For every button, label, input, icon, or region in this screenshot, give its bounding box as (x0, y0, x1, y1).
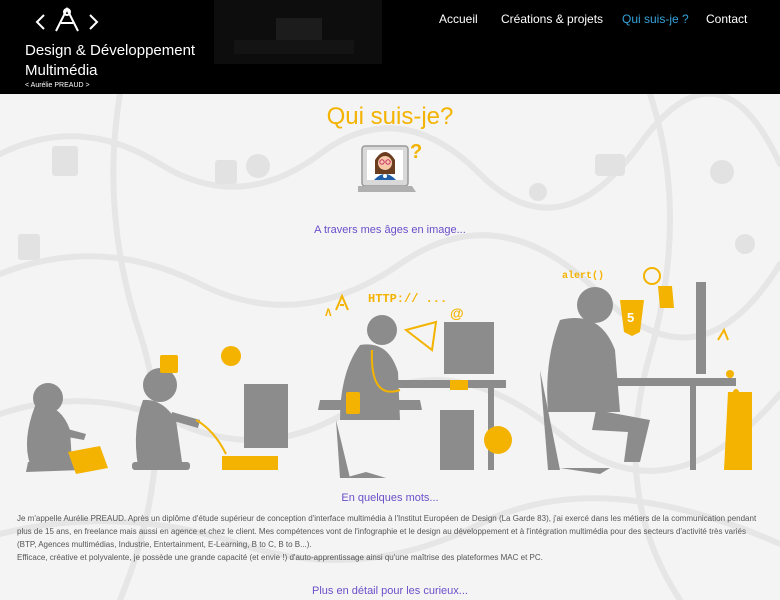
page-title: Qui suis-je? (326, 103, 454, 130)
site-header: Design & Développement Multimédia < Auré… (0, 0, 780, 94)
http-text: HTTP:// ... (368, 292, 447, 306)
steam-icon (643, 267, 661, 285)
teen-silhouette (318, 315, 422, 478)
nav-qui-suis-je[interactable]: Qui suis-je ? (622, 12, 689, 26)
ages-illustration: Λ HTTP:// ... @ alert() 5 (26, 267, 752, 478)
at-symbol: @ (450, 305, 464, 321)
brand-subtitle: < Aurélie PREAUD > (25, 82, 90, 89)
tv-screen (244, 384, 288, 448)
ages-link[interactable]: A travers mes âges en image... (0, 224, 780, 236)
mushroom-icon (221, 346, 241, 366)
logo-icon (35, 6, 99, 32)
teen-monitor (444, 322, 494, 374)
cassette-icon (450, 380, 468, 390)
mario-block-icon (160, 355, 178, 373)
spark-icon (403, 320, 438, 352)
nav-accueil[interactable]: Accueil (439, 12, 478, 26)
console-icon (222, 456, 278, 470)
adobe-icon (658, 286, 674, 308)
guitar-icon (484, 426, 512, 454)
adult-monitor (696, 282, 706, 374)
child-silhouette (132, 368, 200, 470)
adult-tower-icon (724, 392, 752, 470)
atari-icon (335, 293, 349, 311)
more-details-link[interactable]: Plus en détail pour les curieux... (0, 585, 780, 597)
bio-paragraph-1: Je m'appelle Aurélie PREAUD. Après un di… (17, 514, 757, 549)
html5-number: 5 (627, 310, 634, 325)
bio-text: Je m'appelle Aurélie PREAUD. Après un di… (17, 512, 767, 564)
walkman-icon (346, 392, 360, 414)
nav-contact[interactable]: Contact (706, 12, 747, 26)
alert-code-text: alert() (562, 270, 604, 282)
avatar-laptop-icon: ? (358, 141, 422, 192)
bio-paragraph-2: Efficace, créative et polyvalente, je po… (17, 553, 543, 562)
teen-computer-tower (440, 410, 474, 470)
music-note-icon (717, 327, 729, 341)
atari-label: Λ (325, 308, 332, 320)
nav-creations-projets[interactable]: Créations & projets (501, 12, 603, 26)
adult-desk (604, 378, 736, 386)
brand-title[interactable]: Design & Développement Multimédia (25, 41, 215, 81)
header-thumbnail (214, 0, 382, 64)
question-mark: ? (410, 141, 422, 163)
section-title-en-quelques-mots: En quelques mots... (341, 492, 439, 504)
